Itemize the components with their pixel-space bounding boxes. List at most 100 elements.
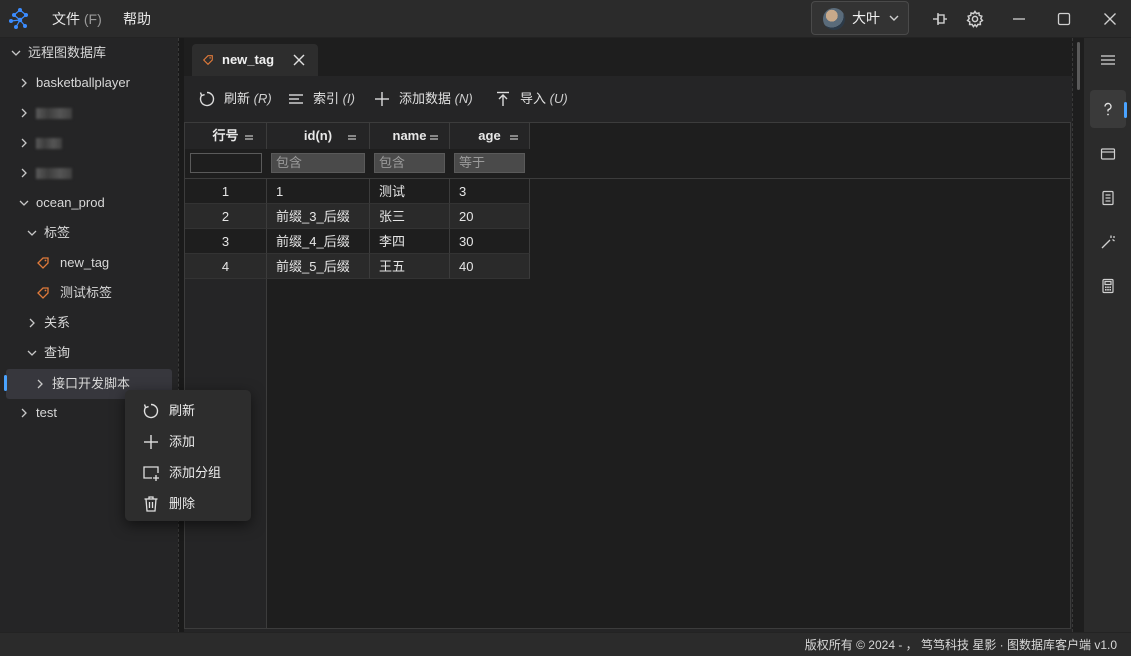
- import-arrow-up-icon: [497, 91, 509, 106]
- tab-title: new_tag: [222, 52, 275, 67]
- filter-input-age[interactable]: 等于: [454, 153, 525, 173]
- filter-input-row-number[interactable]: [190, 153, 262, 173]
- magic-wand-icon[interactable]: [1100, 234, 1116, 250]
- context-menu-add-group[interactable]: 添加分组: [125, 457, 251, 488]
- add-group-icon: [143, 466, 159, 481]
- data-table: 行号 id(n) name age 包含 包含 等于 1 1 测试 3 2 前缀…: [184, 122, 1071, 629]
- tree-item-redacted-3[interactable]: [0, 158, 178, 188]
- table-cell-age[interactable]: 20: [450, 204, 530, 229]
- chevron-down-icon: [19, 200, 29, 206]
- tree-item-redacted-1[interactable]: [0, 98, 178, 128]
- user-account-button[interactable]: 大叶: [811, 1, 909, 35]
- table-cell-age[interactable]: 40: [450, 254, 530, 279]
- table-cell-id[interactable]: 前缀_5_后缀: [267, 254, 370, 279]
- context-menu: 刷新 添加 添加分组 删除: [125, 390, 251, 521]
- table-cell-name[interactable]: 张三: [370, 204, 450, 229]
- chevron-down-icon: [11, 50, 21, 56]
- column-menu-icon[interactable]: [510, 135, 518, 137]
- column-header-row-number[interactable]: 行号: [185, 123, 267, 149]
- tree-group-relations[interactable]: 关系: [0, 308, 178, 338]
- tree-tag-new-tag[interactable]: new_tag: [0, 248, 178, 278]
- calculator-icon[interactable]: [1100, 278, 1116, 294]
- tree-item-basketballplayer[interactable]: basketballplayer: [0, 68, 178, 98]
- redacted-label: [36, 168, 72, 179]
- right-tool-rail: [1084, 38, 1131, 632]
- maximize-icon[interactable]: [1054, 9, 1074, 29]
- tree-root-remote-db[interactable]: 远程图数据库: [0, 38, 178, 68]
- gear-icon[interactable]: [965, 9, 985, 29]
- chevron-down-icon: [889, 15, 899, 21]
- status-bar: 版权所有 © 2024 - ， 笃笃科技 星影 · 图数据库客户端 v1.0: [0, 632, 1131, 656]
- table-cell-age[interactable]: 30: [450, 229, 530, 254]
- context-menu-delete[interactable]: 删除: [125, 488, 251, 519]
- plus-icon: [144, 435, 158, 449]
- chevron-right-icon: [21, 168, 27, 178]
- pin-icon[interactable]: [930, 9, 950, 29]
- chevron-right-icon: [21, 408, 27, 418]
- scrollbar-thumb[interactable]: [1077, 42, 1080, 90]
- table-cell-id[interactable]: 前缀_4_后缀: [267, 229, 370, 254]
- tree-group-tags[interactable]: 标签: [0, 218, 178, 248]
- menu-file-hotkey: (F): [83, 11, 102, 27]
- chevron-down-icon: [27, 350, 37, 356]
- chevron-right-icon: [21, 78, 27, 88]
- tree-item-redacted-2[interactable]: [0, 128, 178, 158]
- table-cell-rownum[interactable]: 3: [185, 229, 267, 254]
- table-cell-rownum[interactable]: 2: [185, 204, 267, 229]
- column-header-age[interactable]: age: [450, 123, 530, 149]
- table-cell-age[interactable]: 3: [450, 179, 530, 204]
- user-name: 大叶: [852, 10, 880, 26]
- selection-indicator: [4, 375, 7, 391]
- help-question-icon[interactable]: [1100, 101, 1116, 117]
- context-menu-add[interactable]: 添加: [125, 426, 251, 457]
- chevron-right-icon: [37, 379, 43, 389]
- tab-new-tag[interactable]: new_tag: [192, 44, 318, 76]
- refresh-icon: [199, 91, 215, 107]
- table-cell-rownum[interactable]: 1: [185, 179, 267, 204]
- tree-group-queries[interactable]: 查询: [0, 338, 178, 368]
- avatar: [823, 8, 845, 30]
- filter-input-name[interactable]: 包含: [374, 153, 445, 173]
- chevron-right-icon: [29, 318, 35, 328]
- menu-help[interactable]: 帮助: [123, 0, 151, 38]
- redacted-label: [36, 138, 62, 149]
- panel-resize-handle[interactable]: [1072, 38, 1084, 632]
- column-menu-icon[interactable]: [430, 135, 438, 137]
- chevron-right-icon: [21, 108, 27, 118]
- table-cell-name[interactable]: 测试: [370, 179, 450, 204]
- trash-icon: [144, 496, 158, 512]
- tree-item-ocean-prod[interactable]: ocean_prod: [0, 188, 178, 218]
- tag-icon: [37, 257, 49, 269]
- chevron-right-icon: [21, 138, 27, 148]
- editor-tab-strip: new_tag: [184, 38, 1072, 76]
- list-icon: [289, 94, 303, 104]
- table-cell-id[interactable]: 1: [267, 179, 370, 204]
- table-cell-name[interactable]: 王五: [370, 254, 450, 279]
- column-menu-icon[interactable]: [348, 135, 356, 137]
- tag-data-panel: 刷新 (R) 索引 (I) 添加数据 (N) 导入 (U) 行号 id(n) n…: [184, 76, 1072, 632]
- table-cell-name[interactable]: 李四: [370, 229, 450, 254]
- menu-icon[interactable]: [1100, 52, 1116, 68]
- database-tree-sidebar: 远程图数据库 basketballplayer ocean_prod 标签 ne…: [0, 38, 178, 632]
- menu-file[interactable]: 文件 (F): [52, 0, 102, 38]
- plus-icon: [375, 92, 389, 106]
- table-cell-id[interactable]: 前缀_3_后缀: [267, 204, 370, 229]
- tree-tag-test-tag[interactable]: 测试标签: [0, 278, 178, 308]
- context-menu-refresh[interactable]: 刷新: [125, 395, 251, 426]
- tab-close-icon[interactable]: [292, 53, 306, 67]
- tag-icon: [202, 55, 213, 66]
- table-cell-rownum[interactable]: 4: [185, 254, 267, 279]
- refresh-icon: [143, 403, 159, 419]
- column-header-name[interactable]: name: [370, 123, 450, 149]
- title-bar: 文件 (F) 帮助 大叶: [0, 0, 1131, 38]
- close-icon[interactable]: [1100, 9, 1120, 29]
- card-icon[interactable]: [1100, 146, 1116, 162]
- column-header-id[interactable]: id(n): [267, 123, 370, 149]
- filter-input-id[interactable]: 包含: [271, 153, 365, 173]
- column-menu-icon[interactable]: [245, 135, 253, 137]
- chevron-down-icon: [27, 230, 37, 236]
- copyright-text: 版权所有 © 2024 - ， 笃笃科技 星影 · 图数据库客户端 v1.0: [804, 638, 1117, 652]
- app-logo-icon: [9, 8, 28, 29]
- minimize-icon[interactable]: [1009, 9, 1029, 29]
- document-list-icon[interactable]: [1100, 190, 1116, 206]
